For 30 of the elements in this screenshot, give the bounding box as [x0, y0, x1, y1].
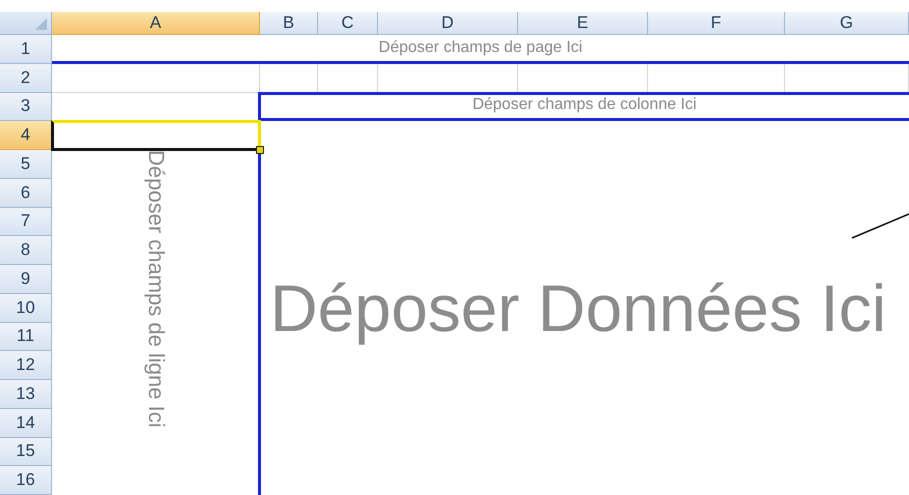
triangle-icon	[35, 18, 47, 30]
column-header[interactable]: F	[648, 12, 785, 35]
row-header[interactable]: 14	[0, 408, 52, 438]
row-header[interactable]: 2	[0, 64, 52, 92]
row-header[interactable]: 6	[0, 178, 52, 208]
row-header[interactable]: 9	[0, 265, 52, 294]
column-header[interactable]: D	[378, 12, 518, 35]
fill-handle[interactable]	[256, 146, 264, 154]
row-header[interactable]: 5	[0, 150, 52, 179]
row-header[interactable]: 7	[0, 208, 52, 236]
worksheet-cell[interactable]	[52, 64, 260, 92]
row-field-drop-zone: Déposer champs de ligne Ici	[143, 150, 169, 428]
page-field-drop-zone: Déposer champs de page Ici	[52, 35, 909, 64]
column-header[interactable]: B	[260, 12, 318, 35]
row-header[interactable]: 10	[0, 294, 52, 322]
row-header[interactable]: 12	[0, 351, 52, 380]
row-header[interactable]: 8	[0, 236, 52, 265]
row-header[interactable]: 3	[0, 92, 52, 122]
row-header[interactable]: 4	[0, 121, 52, 150]
row-header[interactable]: 15	[0, 438, 52, 466]
column-header[interactable]: E	[518, 12, 648, 35]
row-header[interactable]: 1	[0, 35, 52, 64]
row-header[interactable]: 13	[0, 380, 52, 409]
column-header[interactable]: A	[52, 12, 260, 35]
column-field-drop-zone: Déposer champs de colonne Ici	[260, 92, 909, 122]
selected-cell[interactable]	[51, 120, 261, 151]
row-header[interactable]: 11	[0, 322, 52, 352]
column-header[interactable]: C	[318, 12, 378, 35]
column-header[interactable]: G	[785, 12, 909, 35]
row-header[interactable]: 16	[0, 466, 52, 495]
